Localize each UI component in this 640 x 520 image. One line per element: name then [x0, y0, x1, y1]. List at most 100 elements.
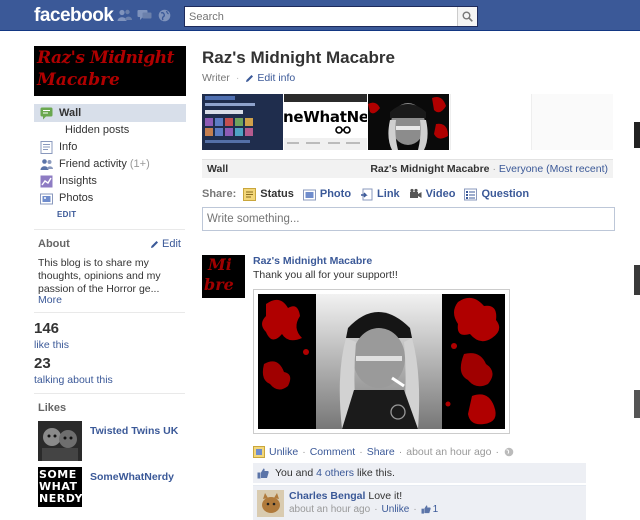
sidebar-item-hidden-posts[interactable]: Hidden posts	[34, 122, 186, 139]
sidebar-item-label: Photos	[59, 192, 94, 204]
liked-page-thumbnail	[38, 421, 82, 461]
divider	[34, 312, 185, 313]
post-timestamp[interactable]: about an hour ago	[406, 446, 491, 458]
friend-requests-icon[interactable]	[116, 8, 132, 22]
search-input[interactable]	[185, 7, 455, 26]
post-likes-summary: You and 4 others like this.	[253, 463, 586, 483]
left-navigation: Wall Hidden posts Info Friend activity (…	[34, 104, 186, 223]
talking-about-label[interactable]: talking about this	[34, 374, 113, 386]
post-photo[interactable]	[253, 289, 510, 434]
edit-nav-link[interactable]: EDIT	[34, 207, 186, 223]
messages-icon[interactable]	[136, 8, 152, 22]
notification-jewels	[116, 8, 172, 22]
comment-text: Love it!	[368, 490, 403, 502]
commenter-name[interactable]: Charles Bengal	[289, 490, 365, 502]
profile-picture-text-line1: Raz's Midnight	[37, 48, 174, 68]
link-icon	[360, 188, 373, 201]
search-icon	[462, 11, 473, 22]
about-edit-label: Edit	[162, 238, 181, 250]
ad-thumbnail[interactable]	[634, 390, 640, 418]
commenter-avatar[interactable]	[257, 490, 284, 517]
wall-sort-selector[interactable]: Everyone (Most recent)	[499, 163, 608, 175]
post-author-name[interactable]: Raz's Midnight Macabre	[253, 255, 372, 267]
strip-photo[interactable]	[202, 94, 283, 150]
sidebar-item-label: Friend activity	[59, 158, 127, 170]
privacy-globe-icon[interactable]	[503, 446, 515, 458]
comment-like-count[interactable]: 1	[421, 504, 439, 515]
unlike-link[interactable]: Unlike	[269, 446, 298, 458]
avatar-text-line2: bre	[204, 275, 234, 294]
edit-info-label: Edit info	[257, 72, 296, 84]
post-text: Thank you all for your support!!	[253, 269, 398, 281]
photo-strip: neWhatNe	[202, 94, 613, 150]
comment-like-count-value: 1	[432, 504, 439, 515]
sidebar-item-label: Info	[59, 141, 78, 153]
sidebar-item-wall[interactable]: Wall	[34, 104, 186, 122]
comment-unlike-link[interactable]: Unlike	[382, 504, 410, 515]
wall-bar-filter: Raz's Midnight Macabre · Everyone (Most …	[370, 163, 608, 175]
facebook-logo[interactable]: facebook	[34, 5, 114, 27]
page-title[interactable]: Raz's Midnight Macabre	[202, 48, 395, 68]
share-option-label: Status	[260, 188, 294, 200]
likes-count: 146	[34, 320, 60, 337]
about-edit-link[interactable]: Edit	[150, 238, 181, 250]
info-icon	[40, 141, 53, 154]
comment-timestamp[interactable]: about an hour ago	[289, 504, 370, 515]
comment: Charles Bengal Love it! about an hour ag…	[253, 485, 586, 520]
ad-thumbnail[interactable]	[634, 122, 640, 148]
share-photo-tab[interactable]: Photo	[302, 188, 351, 201]
post-author-avatar[interactable]: Mi bre	[202, 255, 245, 298]
liked-page-somewhatnerdy[interactable]: SOME WHAT NERDY SomeWhatNerdy	[38, 467, 186, 507]
separator-dot: ·	[235, 72, 240, 84]
sidebar-item-info[interactable]: Info	[34, 139, 186, 156]
status-input[interactable]	[203, 208, 614, 230]
comment-meta: about an hour ago · Unlike · 1	[289, 504, 438, 515]
sidebar-item-label: Wall	[59, 106, 82, 119]
thumbs-up-icon	[421, 505, 431, 514]
insights-icon	[40, 175, 53, 188]
share-question-tab[interactable]: Question	[464, 188, 529, 201]
share-option-label: Video	[425, 188, 456, 200]
about-more-link[interactable]: More	[38, 294, 62, 306]
sidebar-item-friend-activity[interactable]: Friend activity (1+)	[34, 156, 186, 173]
share-label: Share:	[202, 188, 237, 200]
profile-picture[interactable]: Raz's Midnight Macabre	[34, 46, 186, 96]
comment-link[interactable]: Comment	[310, 446, 356, 458]
share-video-tab[interactable]: Video	[409, 188, 456, 201]
sidebar-item-insights[interactable]: Insights	[34, 173, 186, 190]
wall-filter-page-name[interactable]: Raz's Midnight Macabre	[370, 163, 489, 175]
wall-icon	[40, 107, 53, 120]
strip-photo[interactable]: neWhatNe	[284, 94, 367, 150]
share-link-tab[interactable]: Link	[360, 188, 400, 201]
separator-dot: ·	[398, 446, 403, 458]
right-ads-column-edge	[628, 90, 640, 520]
pencil-icon	[246, 74, 254, 82]
pencil-icon	[151, 240, 159, 248]
likes-count-label[interactable]: like this	[34, 339, 69, 351]
thumbs-up-icon	[257, 468, 269, 479]
status-icon	[243, 187, 257, 201]
top-bar: facebook	[0, 0, 640, 31]
sidebar-item-label: Hidden posts	[65, 124, 130, 136]
notifications-globe-icon[interactable]	[156, 8, 172, 22]
strip-photo-text: neWhatNe	[284, 108, 367, 126]
liked-page-name[interactable]: Twisted Twins UK	[90, 425, 178, 437]
share-option-label: Question	[481, 188, 530, 200]
separator-dot: ·	[302, 446, 306, 458]
share-link[interactable]: Share	[367, 446, 395, 458]
page-subtitle: Writer · Edit info	[202, 72, 295, 84]
edit-info-link[interactable]: Edit info	[245, 72, 295, 84]
separator-dot: ·	[374, 504, 378, 515]
separator-dot: ·	[495, 446, 499, 458]
liked-page-name[interactable]: SomeWhatNerdy	[90, 471, 174, 483]
strip-photo[interactable]	[368, 94, 449, 150]
likes-others-link[interactable]: 4 others	[316, 467, 354, 479]
search-button[interactable]	[457, 7, 477, 26]
sidebar-item-photos[interactable]: Photos	[34, 190, 186, 207]
friend-activity-count: (1+)	[129, 158, 150, 170]
share-status-tab[interactable]: Status	[243, 187, 294, 201]
likes-heading: Likes	[38, 402, 67, 414]
ad-thumbnail[interactable]	[634, 265, 640, 295]
liked-page-twisted-twins[interactable]: Twisted Twins UK	[38, 421, 186, 461]
separator-dot: ·	[359, 446, 363, 458]
